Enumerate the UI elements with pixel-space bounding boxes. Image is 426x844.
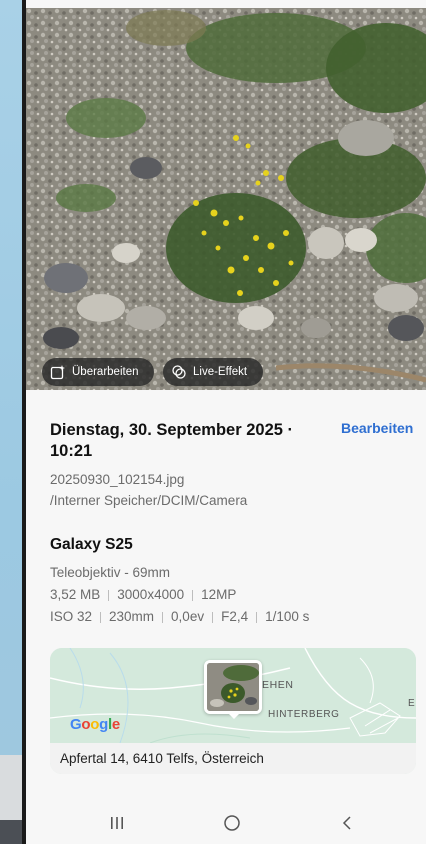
photo-location-marker[interactable] bbox=[204, 660, 262, 714]
file-path: /Interner Speicher/DCIM/Camera bbox=[50, 493, 248, 508]
aperture: F2,4 bbox=[221, 609, 249, 624]
back-button[interactable] bbox=[332, 812, 362, 834]
google-logo: Google bbox=[70, 716, 120, 733]
details-panel: Dienstag, 30. September 2025 · 10:21 Bea… bbox=[26, 390, 426, 844]
separator bbox=[212, 611, 214, 623]
separator bbox=[256, 611, 258, 623]
separator bbox=[108, 589, 110, 601]
map-label: EHEN bbox=[262, 679, 294, 691]
exposure-value: 0,0ev bbox=[171, 609, 205, 624]
file-size: 3,52 MB bbox=[50, 587, 101, 602]
address-row[interactable]: Apfertal 14, 6410 Telfs, Österreich bbox=[50, 743, 416, 774]
lens-info: Teleobjektiv - 69mm bbox=[50, 565, 171, 580]
system-navigation-bar bbox=[26, 800, 426, 844]
location-address: Apfertal 14, 6410 Telfs, Österreich bbox=[60, 751, 264, 766]
separator bbox=[192, 589, 194, 601]
desktop-background bbox=[0, 0, 22, 844]
live-effect-button[interactable]: Live-Effekt bbox=[163, 358, 263, 386]
home-icon bbox=[224, 815, 240, 831]
recent-apps-icon bbox=[111, 817, 123, 829]
file-specs: 3,52 MB 3000x4000 12MP bbox=[50, 585, 236, 605]
resolution: 3000x4000 bbox=[117, 587, 185, 602]
megapixels: 12MP bbox=[201, 587, 237, 602]
home-button[interactable] bbox=[217, 812, 247, 834]
photo-preview[interactable]: Überarbeiten Live-Effekt bbox=[26, 8, 426, 390]
exif-info: ISO 32 230mm 0,0ev F2,4 1/100 s bbox=[50, 607, 309, 627]
marker-pointer bbox=[228, 713, 240, 719]
separator bbox=[162, 611, 164, 623]
photo-image bbox=[26, 8, 426, 390]
phone-screen: Überarbeiten Live-Effekt Dienstag, 30. S… bbox=[26, 0, 426, 844]
focal-length: 230mm bbox=[109, 609, 155, 624]
live-effect-label: Live-Effekt bbox=[193, 366, 248, 378]
shutter-speed: 1/100 s bbox=[265, 609, 310, 624]
enhance-icon bbox=[50, 365, 65, 380]
enhance-label: Überarbeiten bbox=[72, 366, 139, 378]
desktop-taskbar-dark bbox=[0, 820, 22, 844]
map-label: E bbox=[408, 698, 415, 709]
recent-apps-button[interactable] bbox=[102, 812, 132, 834]
device-name: Galaxy S25 bbox=[50, 536, 133, 553]
separator bbox=[100, 611, 102, 623]
map-label: HINTERBERG bbox=[268, 709, 340, 720]
location-map-card[interactable]: Google EHEN HINTERBERG E Apfertal 14, 64… bbox=[50, 648, 416, 774]
file-name: 20250930_102154.jpg bbox=[50, 472, 185, 487]
back-icon bbox=[342, 816, 351, 830]
edit-details-link[interactable]: Bearbeiten bbox=[341, 420, 413, 436]
map-view[interactable]: Google EHEN HINTERBERG E bbox=[50, 648, 416, 743]
photo-date: Dienstag, 30. September 2025 · 10:21 bbox=[50, 421, 294, 460]
live-effect-icon bbox=[172, 365, 186, 379]
enhance-button[interactable]: Überarbeiten bbox=[42, 358, 154, 386]
marker-thumbnail bbox=[207, 663, 259, 711]
iso-value: ISO 32 bbox=[50, 609, 93, 624]
